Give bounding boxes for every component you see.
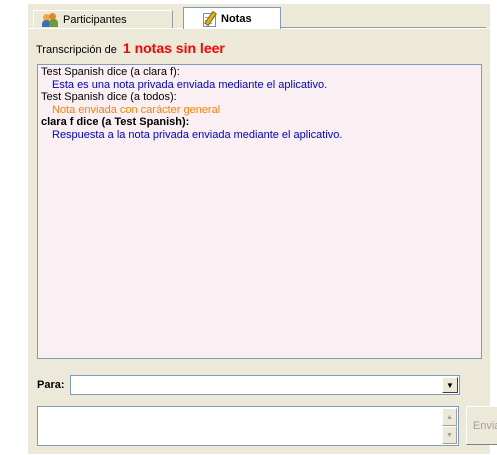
entry-header: Test Spanish dice (a todos): bbox=[41, 91, 177, 103]
dropdown-arrow-icon[interactable]: ▼ bbox=[442, 377, 458, 393]
unread-count: 1 notas sin leer bbox=[122, 40, 225, 56]
entry-header: clara f dice (a Test Spanish): bbox=[41, 116, 190, 128]
transcript-prefix: Transcripción de bbox=[36, 44, 117, 56]
scroll-up-icon[interactable]: ▲ bbox=[442, 408, 457, 426]
transcript-header: Transcripción de 1 notas sin leer bbox=[36, 40, 225, 56]
recipient-label: Para: bbox=[37, 379, 65, 391]
send-button[interactable]: Enviar bbox=[466, 406, 497, 445]
tab-notas[interactable]: Notas bbox=[183, 7, 281, 29]
recipient-select[interactable]: ▼ bbox=[70, 375, 460, 395]
note-input[interactable]: ▲ ▼ bbox=[37, 406, 459, 446]
tab-label: Notas bbox=[221, 12, 252, 25]
entry-message: Nota enviada con carácter general bbox=[52, 103, 221, 116]
participants-icon bbox=[42, 12, 58, 27]
transcript-log[interactable]: Test Spanish dice (a clara f): Esta es un… bbox=[37, 64, 482, 359]
notes-panel: Participantes Notas Transcripción de 1 n… bbox=[28, 4, 497, 454]
entry-header: Test Spanish dice (a clara f): bbox=[41, 66, 180, 78]
scroll-down-icon[interactable]: ▼ bbox=[442, 426, 457, 444]
tab-participantes[interactable]: Participantes bbox=[33, 10, 173, 28]
notes-icon bbox=[202, 10, 217, 27]
tab-label: Participantes bbox=[63, 13, 127, 26]
entry-message: Respuesta a la nota privada enviada medi… bbox=[52, 128, 343, 141]
tab-strip-shadow bbox=[281, 27, 486, 28]
entry-message: Esta es una nota privada enviada mediant… bbox=[52, 78, 328, 91]
